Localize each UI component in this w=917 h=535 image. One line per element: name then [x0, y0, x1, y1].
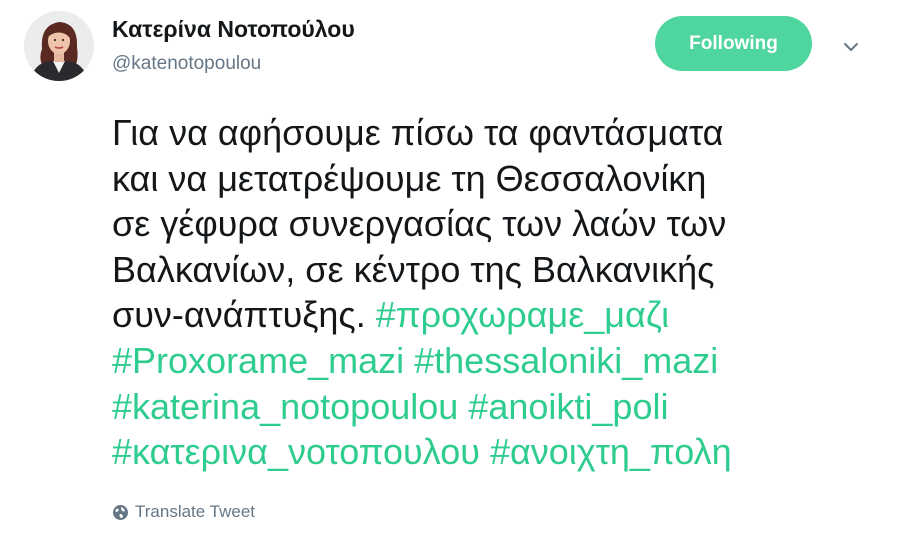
chevron-down-icon: [844, 43, 858, 51]
hashtag-link[interactable]: #κατερινα_νοτοπουλου: [112, 431, 480, 472]
hashtag-link[interactable]: #προχωραμε_μαζι: [376, 294, 669, 335]
tweet-text-segment: συν-ανάπτυξης.: [112, 294, 376, 336]
tweet-menu-button[interactable]: [838, 36, 864, 58]
hashtag-link[interactable]: #katerina_notopoulou: [112, 386, 458, 427]
tweet-line: #katerina_notopoulou #anoikti_poli: [112, 384, 892, 430]
tweet-text-segment: και να μετατρέψουμε τη Θεσσαλονίκη: [112, 157, 707, 199]
tweet-text-segment: Για να αφήσουμε πίσω τα φαντάσματα: [112, 112, 724, 153]
globe-icon: [113, 504, 128, 520]
tweet-line: συν-ανάπτυξης. #προχωραμε_μαζι: [112, 292, 892, 338]
tweet-text: Για να αφήσουμε πίσω τα φαντάσματα και ν…: [112, 110, 892, 475]
tweet-text-segment: Βαλκανίων, σε κέντρο της Βαλκανικής: [112, 248, 715, 290]
translate-label: Translate Tweet: [135, 502, 256, 521]
profile-photo: [24, 11, 94, 81]
tweet-line: σε γέφυρα συνεργασίας των λαών των: [112, 201, 892, 247]
avatar[interactable]: [24, 11, 94, 81]
author-handle[interactable]: @katenotopoulou: [112, 53, 261, 75]
tweet-card: Κατερίνα Νοτοπούλου @katenotopoulou Foll…: [0, 0, 917, 535]
hashtag-link[interactable]: #anoikti_poli: [468, 386, 668, 427]
tweet-text-segment: σε γέφυρα συνεργασίας των λαών των: [112, 203, 727, 245]
tweet-line: #κατερινα_νοτοπουλου #ανοιχτη_πολη: [112, 429, 892, 475]
hashtag-link[interactable]: #ανοιχτη_πολη: [490, 431, 732, 472]
following-button[interactable]: Following: [655, 16, 812, 71]
tweet-line: και να μετατρέψουμε τη Θεσσαλονίκη: [112, 156, 892, 202]
tweet-line: Βαλκανίων, σε κέντρο της Βαλκανικής: [112, 247, 892, 293]
tweet-line: #Proxorame_mazi #thessaloniki_mazi: [112, 338, 892, 384]
author-name[interactable]: Κατερίνα Νοτοπούλου: [112, 16, 355, 43]
tweet-line: Για να αφήσουμε πίσω τα φαντάσματα: [112, 110, 892, 156]
translate-tweet-link[interactable]: Translate Tweet: [112, 502, 255, 522]
hashtag-link[interactable]: #thessaloniki_mazi: [414, 340, 718, 381]
hashtag-link[interactable]: #Proxorame_mazi: [112, 340, 404, 381]
